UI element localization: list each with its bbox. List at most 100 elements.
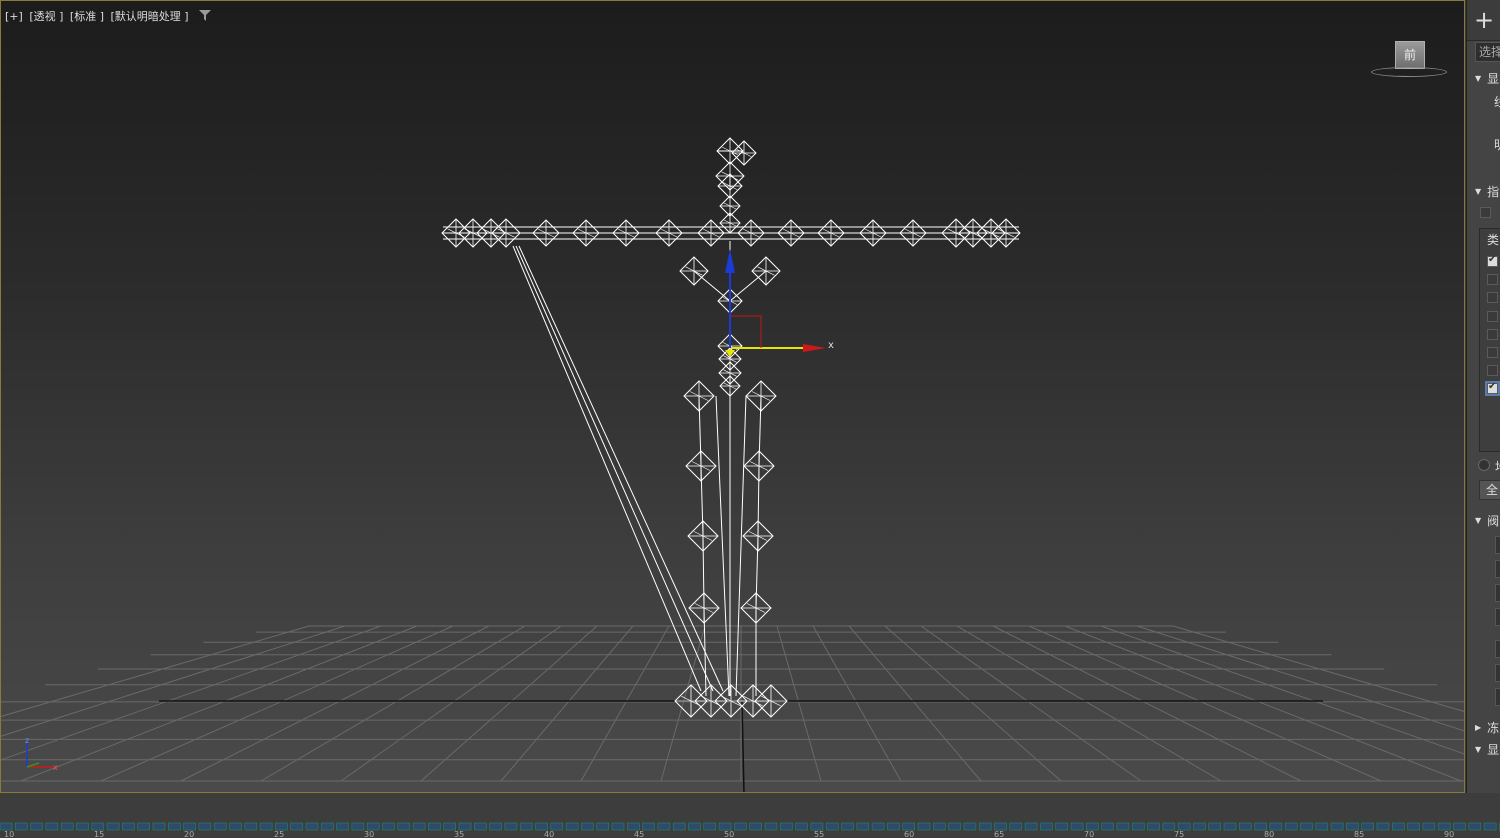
time-key-cell[interactable] <box>825 822 839 831</box>
time-key-cell[interactable] <box>749 822 763 831</box>
time-key-cell[interactable] <box>1162 822 1176 831</box>
viewcube-compass-ring[interactable] <box>1371 67 1447 77</box>
time-key-cell[interactable] <box>1453 822 1466 831</box>
bone-link[interactable] <box>729 270 767 302</box>
viewport-point-of-view-menu[interactable]: [透视 ] <box>29 10 63 23</box>
time-key-cell[interactable] <box>382 822 395 831</box>
time-key-cell[interactable] <box>366 822 380 831</box>
category-checkbox[interactable] <box>1487 292 1498 304</box>
time-key-cell[interactable] <box>183 822 196 831</box>
time-key-cell[interactable] <box>0 822 13 831</box>
time-key-cell[interactable] <box>1376 822 1390 831</box>
time-key-cell[interactable] <box>106 822 120 831</box>
time-key-cell[interactable] <box>657 822 671 831</box>
bone-link[interactable] <box>693 270 731 302</box>
time-key-cell[interactable] <box>1086 822 1099 831</box>
time-key-cell[interactable] <box>703 822 717 831</box>
time-key-cell[interactable] <box>1407 822 1420 831</box>
bone-link[interactable] <box>758 395 762 467</box>
time-key-cell[interactable] <box>841 822 854 831</box>
time-key-cell[interactable] <box>443 822 457 831</box>
time-key-cell[interactable] <box>1330 822 1344 831</box>
time-key-cell[interactable] <box>596 822 610 831</box>
time-key-cell[interactable] <box>856 822 870 831</box>
time-key-cell[interactable] <box>1284 822 1298 831</box>
spinner-field[interactable] <box>1495 688 1500 706</box>
time-key-cell[interactable] <box>76 822 89 831</box>
time-key-cell[interactable] <box>1483 822 1497 831</box>
time-key-cell[interactable] <box>60 822 74 831</box>
bone-link-stretch[interactable] <box>515 245 714 692</box>
spinner-field[interactable] <box>1495 536 1500 554</box>
category-checkbox[interactable] <box>1487 328 1498 340</box>
viewport-shading-menu[interactable]: [默认明暗处理 ] <box>111 10 189 23</box>
time-key-cell[interactable] <box>1101 822 1114 831</box>
scene-canvas[interactable]: x <box>1 1 1465 793</box>
select-all-button[interactable]: 全 <box>1479 480 1500 500</box>
time-key-cell[interactable] <box>229 822 242 831</box>
time-key-cell[interactable] <box>290 822 304 831</box>
time-key-cell[interactable] <box>626 822 640 831</box>
time-key-cell[interactable] <box>458 822 472 831</box>
time-key-cell[interactable] <box>397 822 411 831</box>
time-key-cell[interactable] <box>978 822 992 831</box>
time-key-cell[interactable] <box>320 822 334 831</box>
bone-link[interactable] <box>715 395 730 697</box>
time-key-cell[interactable] <box>1468 822 1482 831</box>
time-key-cell[interactable] <box>45 822 59 831</box>
time-key-cell[interactable] <box>198 822 212 831</box>
time-key-cell[interactable] <box>412 822 426 831</box>
time-key-cell[interactable] <box>1392 822 1405 831</box>
time-key-cell[interactable] <box>1055 822 1068 831</box>
viewport-general-menu[interactable]: [+] <box>5 10 23 23</box>
bone-link[interactable] <box>755 535 759 609</box>
bone-link[interactable] <box>757 465 760 537</box>
time-key-cell[interactable] <box>1239 822 1252 831</box>
rollout-display-2[interactable]: ▼ 显 <box>1475 741 1499 761</box>
time-key-cell[interactable] <box>152 822 166 831</box>
time-key-cell[interactable] <box>305 822 319 831</box>
viewcube-front-face[interactable]: 前 <box>1395 41 1425 69</box>
time-track-bar[interactable]: 10 15 20 25 30 35 40 45 50 55 60 65 70 75 80 85 90 <box>0 821 1500 838</box>
time-key-cell[interactable] <box>565 822 579 831</box>
time-key-cell[interactable] <box>718 822 732 831</box>
spinner-field[interactable] <box>1495 664 1500 682</box>
time-key-cell[interactable] <box>810 822 824 831</box>
time-key-cell[interactable] <box>336 822 349 831</box>
time-key-cell[interactable] <box>917 822 931 831</box>
bone-link-stretch[interactable] <box>518 245 724 692</box>
viewcube[interactable]: 前 <box>1371 39 1447 81</box>
time-key-cell[interactable] <box>535 822 548 831</box>
time-key-cell[interactable] <box>871 822 885 831</box>
time-key-cell[interactable] <box>550 822 564 831</box>
option-checkbox[interactable] <box>1480 207 1491 218</box>
rollout-pointer[interactable]: ▼ 指 <box>1475 183 1499 203</box>
time-key-cell[interactable] <box>351 822 365 831</box>
rollout-display[interactable]: ▼ 显 <box>1475 70 1499 90</box>
category-checkbox[interactable] <box>1487 347 1498 358</box>
spinner-field[interactable] <box>1495 608 1500 626</box>
timeline[interactable]: 10 15 20 25 30 35 40 45 50 55 60 65 70 75 80 85 90 <box>0 793 1500 838</box>
time-key-cell[interactable] <box>15 822 28 831</box>
time-key-cell[interactable] <box>504 822 518 831</box>
category-checkbox[interactable] <box>1487 274 1498 286</box>
time-key-cell[interactable] <box>1315 822 1329 831</box>
time-key-cell[interactable] <box>734 822 747 831</box>
time-key-cell[interactable] <box>122 822 135 831</box>
time-key-cell[interactable] <box>1193 822 1206 831</box>
create-tab-plus-icon[interactable]: + <box>1467 0 1500 41</box>
time-key-cell[interactable] <box>244 822 258 831</box>
viewport-standard-menu[interactable]: [标准 ] <box>70 10 104 23</box>
time-key-cell[interactable] <box>137 822 150 831</box>
time-key-cell[interactable] <box>1040 822 1053 831</box>
time-key-cell[interactable] <box>30 822 43 831</box>
funnel-icon[interactable] <box>199 10 212 21</box>
time-key-cell[interactable] <box>581 822 594 831</box>
radio-option[interactable] <box>1478 459 1490 471</box>
time-key-cell[interactable] <box>887 822 900 831</box>
spinner-field[interactable] <box>1495 560 1500 578</box>
rollout-threshold[interactable]: ▼ 阀 <box>1475 512 1499 532</box>
time-key-cell[interactable] <box>519 822 533 831</box>
time-key-cell[interactable] <box>672 822 686 831</box>
time-key-cell[interactable] <box>1223 822 1237 831</box>
